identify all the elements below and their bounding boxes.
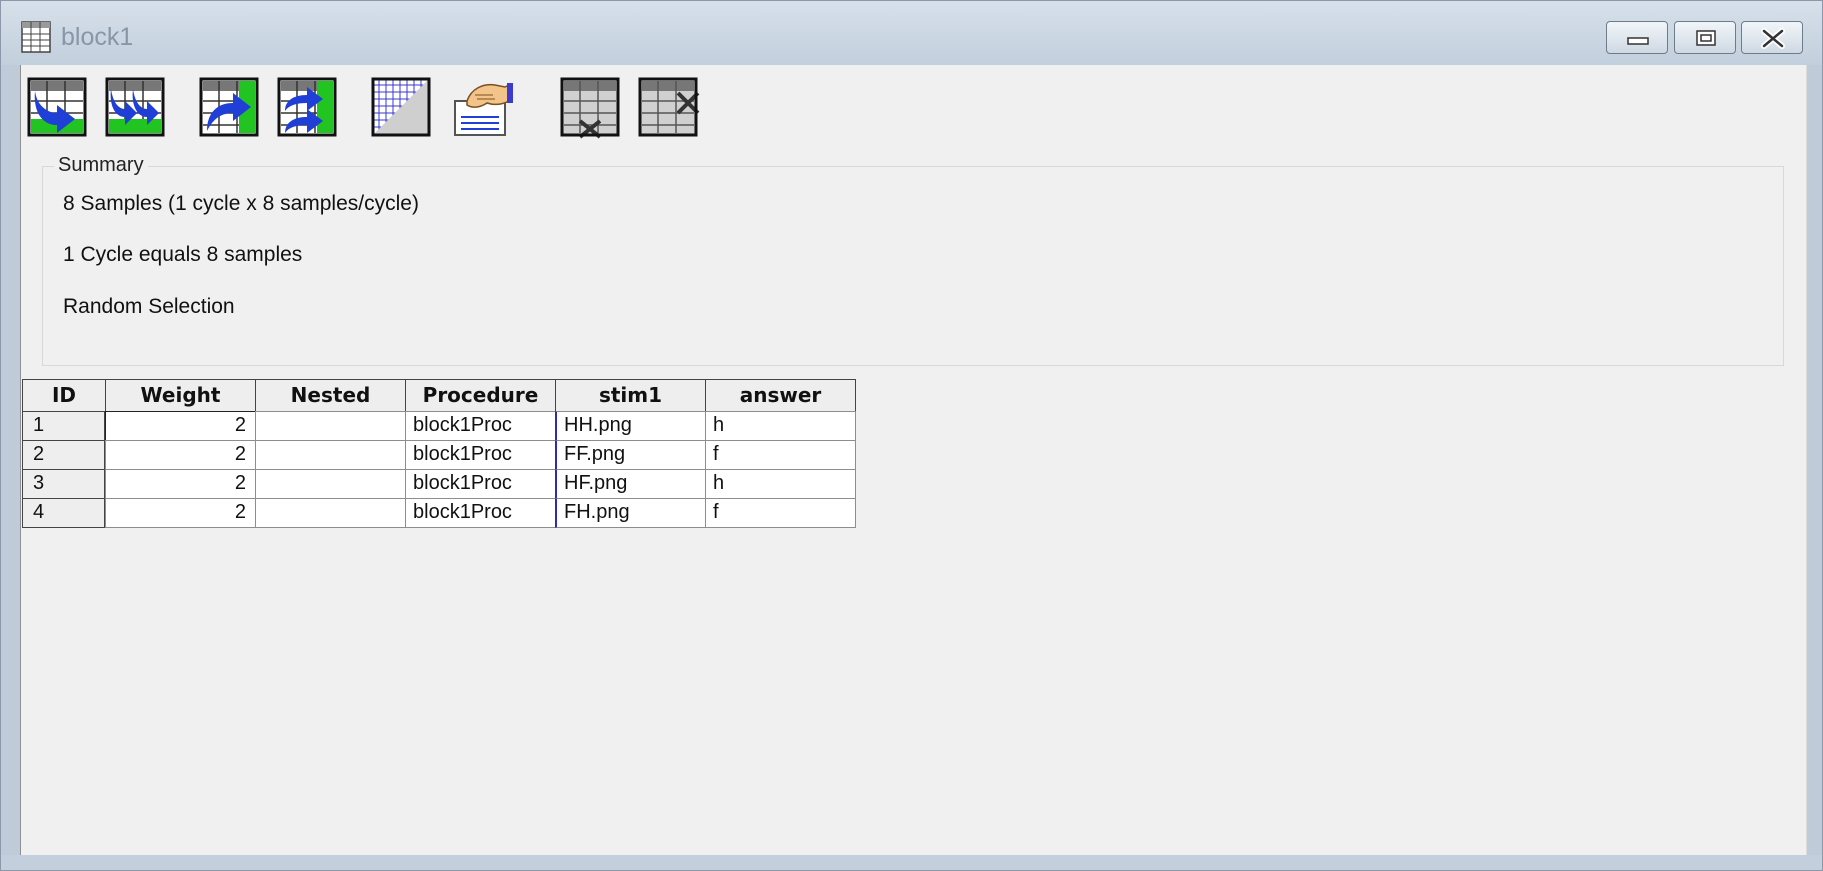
add-multiple-attributes-icon xyxy=(277,77,337,137)
add-multiple-attributes-button[interactable] xyxy=(277,77,339,139)
header-id[interactable]: ID xyxy=(22,379,106,412)
summary-selection-text: Random Selection xyxy=(63,295,235,318)
summary-samples-text: 8 Samples (1 cycle x 8 samples/cycle) xyxy=(63,192,419,215)
minimize-button[interactable] xyxy=(1606,21,1668,54)
answer-cell[interactable]: h xyxy=(705,469,856,499)
window-title: block1 xyxy=(61,23,134,51)
close-icon xyxy=(1761,28,1785,49)
summary-group: Summary 8 Samples (1 cycle x 8 samples/c… xyxy=(42,154,1784,366)
procedure-cell[interactable]: block1Proc xyxy=(405,498,556,528)
restore-icon xyxy=(1696,30,1716,46)
block1-window: block1 Summary 8 Samples (1 cycle x 8 sa… xyxy=(0,0,1823,871)
header-weight[interactable]: Weight xyxy=(105,379,256,412)
stim1-cell[interactable]: FF.png xyxy=(555,440,706,470)
window-bottom-border xyxy=(1,855,1822,870)
remove-attribute-button[interactable] xyxy=(638,77,700,139)
nested-cell[interactable] xyxy=(255,498,406,528)
grid-properties-button[interactable] xyxy=(371,77,433,139)
table-icon xyxy=(21,21,51,53)
add-attribute-button[interactable] xyxy=(199,77,261,139)
restore-button[interactable] xyxy=(1674,21,1736,54)
weight-cell[interactable]: 2 xyxy=(105,440,256,470)
procedure-cell[interactable]: block1Proc xyxy=(405,440,556,470)
header-answer[interactable]: answer xyxy=(705,379,856,412)
add-level-button[interactable] xyxy=(27,77,89,139)
grid-properties-icon xyxy=(371,77,431,137)
stim1-cell[interactable]: HH.png xyxy=(555,411,706,441)
weight-cell[interactable]: 2 xyxy=(105,469,256,499)
minimize-icon xyxy=(1627,37,1649,45)
row-id-cell[interactable]: 4 xyxy=(22,498,106,528)
title-bar[interactable]: block1 xyxy=(1,1,1822,65)
add-level-icon xyxy=(27,77,87,137)
weight-cell[interactable]: 2 xyxy=(105,498,256,528)
weight-cell[interactable]: 2 xyxy=(105,411,256,441)
answer-cell[interactable]: f xyxy=(705,440,856,470)
remove-level-icon xyxy=(560,77,620,139)
row-id-cell[interactable]: 1 xyxy=(22,411,106,441)
summary-properties-icon xyxy=(454,83,513,136)
row-id-cell[interactable]: 3 xyxy=(22,469,106,499)
client-area: Summary 8 Samples (1 cycle x 8 samples/c… xyxy=(20,65,1807,855)
summary-properties-button[interactable] xyxy=(453,77,515,139)
answer-cell[interactable]: f xyxy=(705,498,856,528)
close-button[interactable] xyxy=(1741,21,1803,54)
add-attribute-icon xyxy=(199,77,259,137)
row-id-cell[interactable]: 2 xyxy=(22,440,106,470)
procedure-cell[interactable]: block1Proc xyxy=(405,469,556,499)
add-multiple-levels-button[interactable] xyxy=(105,77,167,139)
summary-cycle-text: 1 Cycle equals 8 samples xyxy=(63,243,303,266)
nested-cell[interactable] xyxy=(255,469,406,499)
remove-attribute-icon xyxy=(638,77,700,137)
nested-cell[interactable] xyxy=(255,440,406,470)
answer-cell[interactable]: h xyxy=(705,411,856,441)
remove-level-button[interactable] xyxy=(560,77,622,139)
header-stim1[interactable]: stim1 xyxy=(555,379,706,412)
add-multiple-levels-icon xyxy=(105,77,165,137)
summary-label: Summary xyxy=(54,154,148,177)
header-nested[interactable]: Nested xyxy=(255,379,406,412)
header-procedure[interactable]: Procedure xyxy=(405,379,556,412)
stim1-cell[interactable]: HF.png xyxy=(555,469,706,499)
procedure-cell[interactable]: block1Proc xyxy=(405,411,556,441)
stim1-cell[interactable]: FH.png xyxy=(555,498,706,528)
nested-cell[interactable] xyxy=(255,411,406,441)
